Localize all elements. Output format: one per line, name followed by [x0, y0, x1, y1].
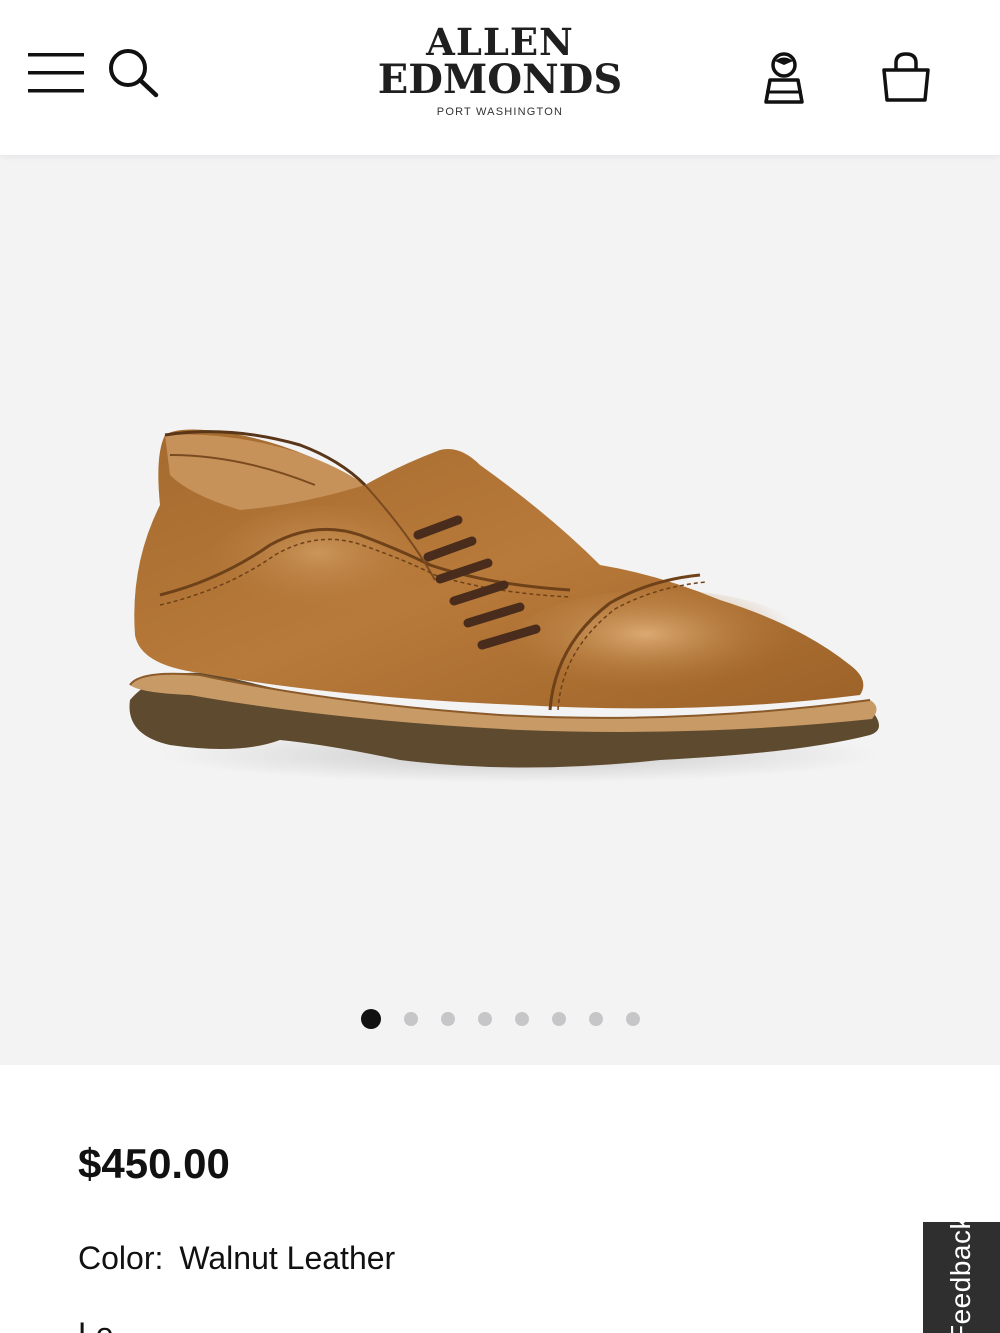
gallery-dot-7[interactable] [588, 1012, 603, 1026]
gallery-pagination [0, 1007, 1000, 1031]
product-price: $450.00 [78, 1140, 230, 1187]
next-section-label: Le [78, 1318, 114, 1333]
shopping-bag-icon [882, 52, 930, 102]
shoe-illustration [129, 429, 880, 783]
cart-button[interactable] [878, 50, 934, 106]
gallery-dot-4[interactable] [477, 1012, 492, 1026]
gallery-dot-3[interactable] [440, 1012, 455, 1026]
feedback-label: Feedback [945, 1222, 976, 1333]
color-value: Walnut Leather [179, 1240, 396, 1276]
color-label: Color: [78, 1240, 164, 1276]
gallery-dot-6[interactable] [551, 1012, 566, 1026]
search-icon [109, 49, 159, 98]
feedback-tab[interactable]: Feedback [923, 1222, 1000, 1333]
gallery-dot-5[interactable] [514, 1012, 529, 1026]
product-image [100, 335, 900, 815]
search-button[interactable] [104, 46, 160, 100]
brand-name-line1: ALLEN [426, 20, 574, 64]
account-button[interactable] [758, 50, 810, 106]
brand-logo[interactable]: ALLEN EDMONDS PORT WASHINGTON [360, 20, 640, 119]
site-header: ALLEN EDMONDS PORT WASHINGTON [0, 0, 1000, 155]
gallery-dot-8[interactable] [625, 1012, 640, 1026]
color-selector-summary: Color: Walnut Leather [78, 1240, 395, 1277]
menu-icon [28, 53, 84, 93]
brand-name-line2: EDMONDS [377, 56, 623, 103]
gallery-dot-1[interactable] [360, 1009, 381, 1029]
account-icon [764, 52, 804, 104]
brand-location: PORT WASHINGTON [436, 106, 564, 118]
product-image-gallery[interactable] [0, 155, 1000, 1065]
gallery-dot-2[interactable] [403, 1012, 418, 1026]
menu-button[interactable] [26, 50, 86, 96]
